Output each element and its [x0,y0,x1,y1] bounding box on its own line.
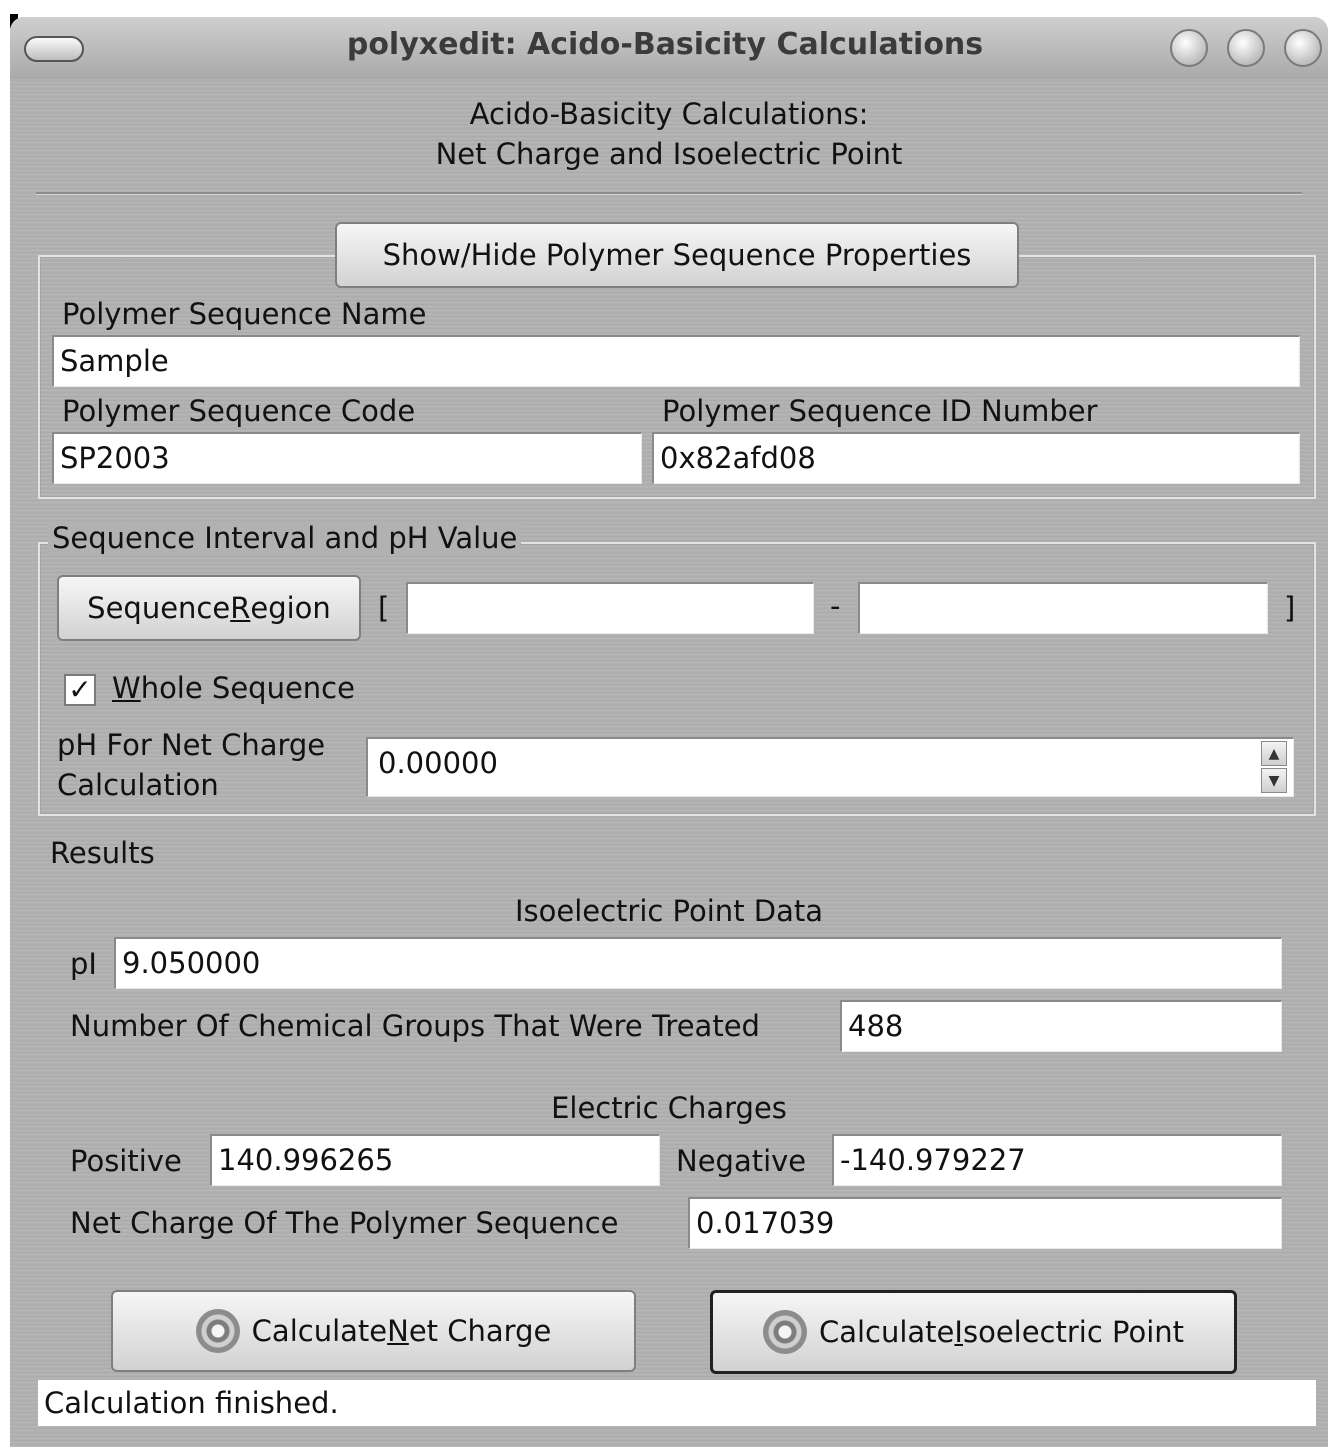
net-charge-button-post: et Charge [408,1314,552,1348]
net-charge-field[interactable]: 0.017039 [688,1197,1282,1249]
whole-sequence-label-rest: hole Sequence [140,671,355,705]
sequence-region-label-post: egion [250,591,331,625]
isoelectric-button-pre: Calculate [818,1315,955,1349]
close-icon[interactable] [1284,29,1322,67]
sequence-region-label-pre: Sequence [87,591,231,625]
net-charge-button-mnemonic: N [387,1314,409,1348]
sequence-code-field[interactable]: SP2003 [52,432,642,484]
isoelectric-heading: Isoelectric Point Data [514,894,824,928]
ph-label-line2: Calculation [57,768,219,802]
maximize-icon[interactable] [1227,29,1265,67]
heading-divider [36,192,1302,195]
interval-dash: - [830,589,841,623]
sequence-id-field[interactable]: 0x82afd08 [652,432,1300,484]
net-charge-button-pre: Calculate [251,1314,388,1348]
interval-bracket-close: ] [1284,591,1296,625]
interval-bracket-open: [ [378,591,390,625]
minimize-icon[interactable] [1170,29,1208,67]
ph-value-spinbox[interactable]: 0.00000 ▲ ▼ [366,737,1294,797]
window-menu-icon[interactable] [24,36,84,62]
isoelectric-button-post: soelectric Point [962,1315,1185,1349]
interval-start-field[interactable] [406,582,814,634]
sequence-region-button[interactable]: Sequence Region [57,575,361,641]
whole-sequence-mnemonic: W [112,671,141,705]
net-charge-label: Net Charge Of The Polymer Sequence [70,1206,619,1240]
spin-up-icon[interactable]: ▲ [1261,741,1287,766]
window-title: polyxedit: Acido-Basicity Calculations [346,27,984,62]
show-hide-properties-button[interactable]: Show/Hide Polymer Sequence Properties [335,222,1019,288]
sequence-name-field[interactable]: Sample [52,335,1300,387]
electric-charges-heading: Electric Charges [551,1091,787,1125]
sequence-code-label: Polymer Sequence Code [62,394,416,428]
whole-sequence-label[interactable]: Whole Sequence [112,671,355,705]
interval-group-legend: Sequence Interval and pH Value [48,521,522,555]
pi-field[interactable]: 9.050000 [114,937,1282,989]
gear-icon [195,1309,240,1353]
dialog-window: polyxedit: Acido-Basicity Calculations A… [10,17,1328,1447]
results-title: Results [50,836,155,870]
gear-icon [762,1310,807,1354]
negative-label: Negative [676,1144,807,1178]
sequence-id-label: Polymer Sequence ID Number [662,394,1098,428]
sequence-name-label: Polymer Sequence Name [62,297,427,331]
spin-down-icon[interactable]: ▼ [1261,768,1287,793]
whole-sequence-checkbox[interactable]: ✓ [64,674,96,706]
dialog-heading-line2: Net Charge and Isoelectric Point [435,137,903,171]
title-bar[interactable]: polyxedit: Acido-Basicity Calculations [10,17,1328,79]
pi-label: pI [70,947,97,981]
dialog-heading-line1: Acido-Basicity Calculations: [469,97,869,131]
calculate-net-charge-button[interactable]: Calculate Net Charge [111,1290,636,1372]
chemical-groups-field[interactable]: 488 [840,1000,1282,1052]
ph-label-line1: pH For Net Charge [57,728,326,762]
negative-field[interactable]: -140.979227 [832,1134,1282,1186]
ph-value-text: 0.00000 [378,746,498,780]
chemical-groups-label: Number Of Chemical Groups That Were Trea… [70,1009,760,1043]
interval-end-field[interactable] [858,582,1268,634]
sequence-region-mnemonic: R [230,591,251,625]
isoelectric-button-mnemonic: I [954,1315,963,1349]
status-bar: Calculation finished. [38,1380,1316,1426]
positive-field[interactable]: 140.996265 [210,1134,660,1186]
positive-label: Positive [70,1144,182,1178]
calculate-isoelectric-point-button[interactable]: Calculate Isoelectric Point [710,1290,1237,1374]
